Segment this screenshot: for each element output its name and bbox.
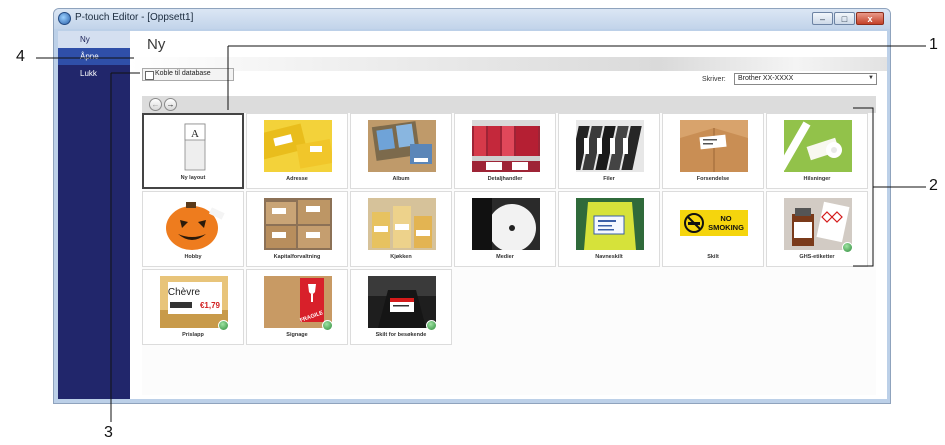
template-label: Medier <box>496 254 514 260</box>
template-label: Forsendelse <box>696 176 730 182</box>
page-title: Ny <box>147 36 166 53</box>
window-controls: – □ x <box>812 12 884 25</box>
template-album[interactable]: Album <box>350 113 452 189</box>
template-ghs[interactable]: GHS-etiketter <box>766 191 868 267</box>
svg-text:A: A <box>191 128 199 140</box>
media-thumbnail <box>472 198 540 250</box>
price-text-product: Chèvre <box>168 287 201 298</box>
download-icon <box>218 320 229 331</box>
address-thumbnail <box>264 120 332 172</box>
app-logo-icon <box>58 12 71 25</box>
signage-thumbnail: FRAGILE <box>264 276 332 328</box>
main-panel: Ny Koble til database Skriver: Brother X… <box>130 31 887 399</box>
template-price[interactable]: Chèvre €1,79 Prislapp <box>142 269 244 345</box>
download-icon <box>322 320 333 331</box>
checkbox-icon[interactable] <box>145 71 154 80</box>
template-label: Kapitalforvaltning <box>273 254 321 260</box>
back-button[interactable]: ← <box>149 98 162 111</box>
template-greetings[interactable]: Hilsninger <box>766 113 868 189</box>
template-hobby[interactable]: Hobby <box>142 191 244 267</box>
greetings-thumbnail <box>784 120 852 172</box>
template-label: Detaljhandler <box>487 176 523 182</box>
connect-database-checkbox[interactable]: Koble til database <box>142 68 234 81</box>
sign-thumbnail: NO SMOKING <box>680 198 748 250</box>
maximize-button[interactable]: □ <box>834 12 855 25</box>
title-bar: P-touch Editor - [Oppsett1] – □ x <box>54 9 890 29</box>
sign-text-line-2: SMOKING <box>708 223 744 232</box>
album-thumbnail <box>368 120 436 172</box>
new-layout-thumbnail: A <box>161 121 229 173</box>
template-grid: A Ny layout Adresse Album Detaljhandler … <box>142 113 876 395</box>
template-address[interactable]: Adresse <box>246 113 348 189</box>
template-label: Hobby <box>184 254 202 260</box>
forward-button[interactable]: → <box>164 98 177 111</box>
download-icon <box>842 242 853 253</box>
template-label: Adresse <box>286 176 308 182</box>
template-label: Prislapp <box>182 332 204 338</box>
template-label: Signage <box>286 332 308 338</box>
navigation-bar: ← → <box>142 96 876 113</box>
header-strip <box>130 57 887 71</box>
app-window: P-touch Editor - [Oppsett1] – □ x Ny Åpn… <box>53 8 891 404</box>
template-nametag[interactable]: Navneskilt <box>558 191 660 267</box>
callout-1: 1 <box>929 36 938 53</box>
template-media[interactable]: Medier <box>454 191 556 267</box>
assets-thumbnail <box>264 198 332 250</box>
template-kitchen[interactable]: Kjøkken <box>350 191 452 267</box>
kitchen-thumbnail <box>368 198 436 250</box>
template-label: GHS-etiketter <box>799 254 835 260</box>
close-button[interactable]: x <box>856 12 884 25</box>
minimize-button[interactable]: – <box>812 12 833 25</box>
sidebar-item-close[interactable]: Lukk <box>58 65 130 82</box>
template-sign[interactable]: NO SMOKING Skilt <box>662 191 764 267</box>
chevron-down-icon[interactable]: ▼ <box>868 75 874 81</box>
callout-2: 2 <box>929 177 938 194</box>
printer-select[interactable]: Brother XX-XXXX ▼ <box>734 73 877 85</box>
download-icon <box>426 320 437 331</box>
sidebar-item-new[interactable]: Ny <box>58 31 130 48</box>
retail-thumbnail <box>472 120 540 172</box>
template-label: Skilt <box>707 254 719 260</box>
template-label: Navneskilt <box>595 254 623 260</box>
connect-database-label: Koble til database <box>155 70 211 77</box>
template-retail[interactable]: Detaljhandler <box>454 113 556 189</box>
template-label: Hilsninger <box>803 176 831 182</box>
printer-value: Brother XX-XXXX <box>738 75 794 82</box>
template-visitor[interactable]: Skilt for besøkende <box>350 269 452 345</box>
visitor-thumbnail <box>368 276 436 328</box>
window-title: P-touch Editor - [Oppsett1] <box>75 12 194 23</box>
template-new-layout[interactable]: A Ny layout <box>142 113 244 189</box>
hobby-thumbnail <box>160 198 228 250</box>
nametag-thumbnail <box>576 198 644 250</box>
callout-3: 3 <box>104 424 113 441</box>
printer-label: Skriver: <box>702 76 726 83</box>
sidebar: Ny Åpne Lukk <box>58 31 130 399</box>
template-label: Album <box>392 176 410 182</box>
shipping-thumbnail <box>680 120 748 172</box>
template-label: Filer <box>603 176 615 182</box>
sidebar-item-open[interactable]: Åpne <box>58 48 130 65</box>
files-thumbnail <box>576 120 644 172</box>
price-text-amount: €1,79 <box>200 301 221 310</box>
template-label: Kjøkken <box>390 254 412 260</box>
template-label: Skilt for besøkende <box>375 332 427 338</box>
sign-text-line-1: NO <box>720 214 731 223</box>
price-thumbnail: Chèvre €1,79 <box>160 276 228 328</box>
callout-4: 4 <box>16 48 25 65</box>
template-files[interactable]: Filer <box>558 113 660 189</box>
template-signage[interactable]: FRAGILE Signage <box>246 269 348 345</box>
template-assets[interactable]: Kapitalforvaltning <box>246 191 348 267</box>
template-label: Ny layout <box>180 175 206 181</box>
template-shipping[interactable]: Forsendelse <box>662 113 764 189</box>
ghs-thumbnail <box>784 198 852 250</box>
